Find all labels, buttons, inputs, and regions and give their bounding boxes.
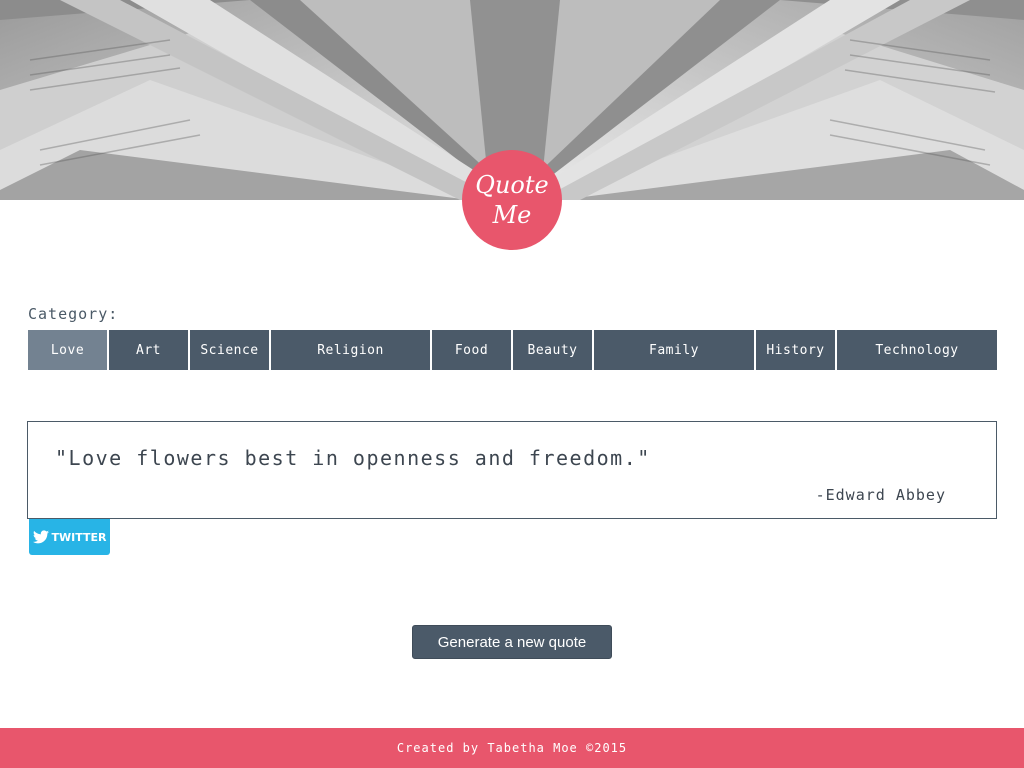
quote-box: "Love flowers best in openness and freed… xyxy=(27,421,997,519)
category-label: Category: xyxy=(28,305,119,323)
category-history-button[interactable]: History xyxy=(756,330,835,370)
quote-text: "Love flowers best in openness and freed… xyxy=(55,446,651,470)
category-religion-button[interactable]: Religion xyxy=(271,330,430,370)
twitter-bird-icon xyxy=(32,530,49,544)
category-art-button[interactable]: Art xyxy=(109,330,188,370)
logo-line-2: Me xyxy=(492,201,532,229)
quote-me-logo: Quote Me xyxy=(462,150,562,250)
twitter-share-button[interactable]: TWITTER xyxy=(29,519,110,555)
logo-line-1: Quote xyxy=(475,171,549,199)
category-love-button[interactable]: Love xyxy=(28,330,107,370)
footer: Created by Tabetha Moe ©2015 xyxy=(0,728,1024,768)
category-technology-button[interactable]: Technology xyxy=(837,330,997,370)
category-family-button[interactable]: Family xyxy=(594,330,754,370)
category-science-button[interactable]: Science xyxy=(190,330,269,370)
category-beauty-button[interactable]: Beauty xyxy=(513,330,592,370)
generate-quote-button[interactable]: Generate a new quote xyxy=(412,625,612,659)
quote-author: -Edward Abbey xyxy=(815,486,946,504)
category-bar: Love Art Science Religion Food Beauty Fa… xyxy=(28,330,997,370)
category-food-button[interactable]: Food xyxy=(432,330,511,370)
footer-credit: Created by Tabetha Moe ©2015 xyxy=(396,741,628,755)
twitter-label: TWITTER xyxy=(51,530,107,544)
